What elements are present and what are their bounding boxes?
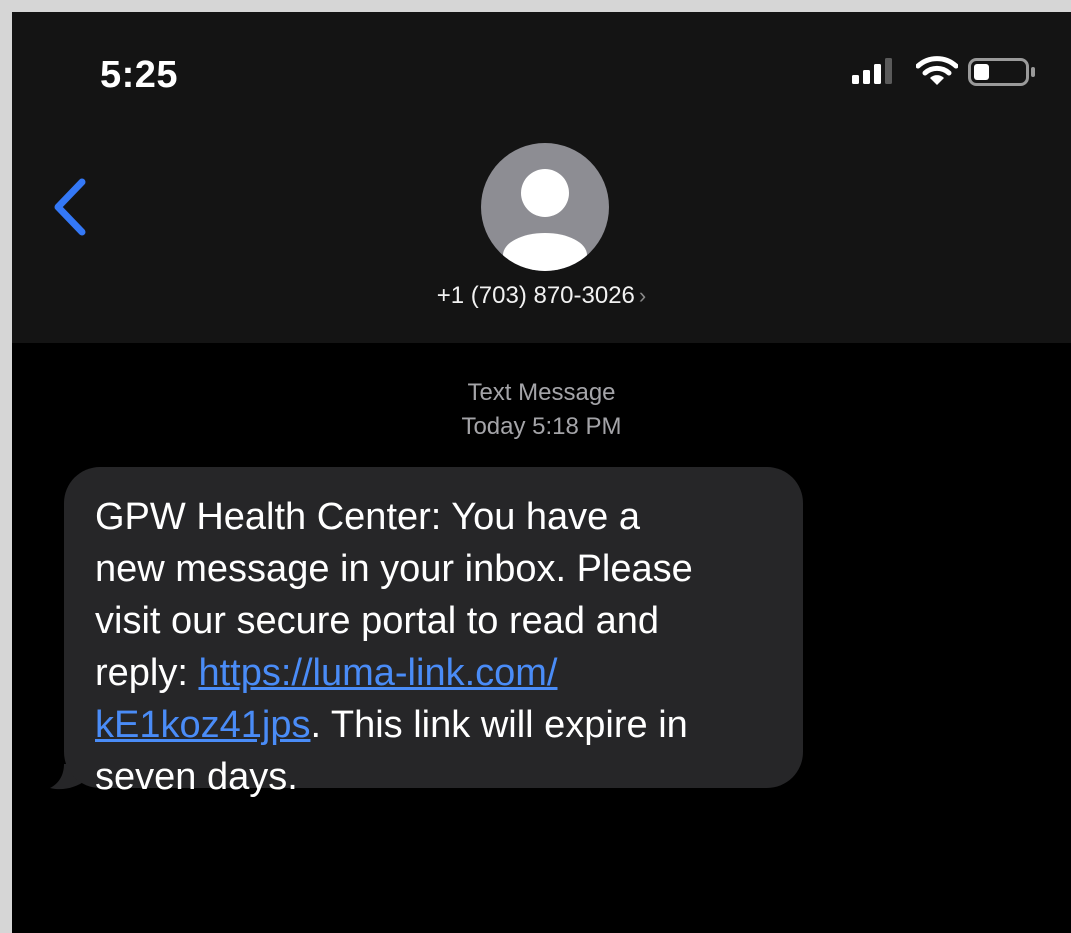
message-line: GPW Health Center: You have a bbox=[95, 496, 640, 538]
wifi-icon bbox=[916, 56, 958, 85]
contact-avatar[interactable] bbox=[481, 143, 609, 271]
contact-number: +1 (703) 870-3026 bbox=[436, 282, 635, 309]
messages-screen: 5:25 +1 (703) 870-3026 › Text Message To… bbox=[12, 12, 1071, 933]
incoming-message-bubble[interactable]: GPW Health Center: You have a new messag… bbox=[64, 467, 803, 798]
chevron-left-icon[interactable] bbox=[50, 178, 90, 236]
contact-name-button[interactable]: +1 (703) 870-3026 › bbox=[12, 282, 1071, 310]
chevron-right-icon: › bbox=[638, 283, 647, 308]
thread-meta: Text Message Today 5:18 PM bbox=[12, 376, 1071, 444]
person-silhouette-icon bbox=[503, 169, 587, 271]
message-link[interactable]: kE1koz41jps bbox=[95, 704, 310, 746]
message-line: visit our secure portal to read and bbox=[95, 600, 659, 642]
message-line: seven days. bbox=[95, 756, 298, 798]
message-line: kE1koz41jps. This link will expire in bbox=[95, 699, 803, 751]
message-line: new message in your inbox. Please bbox=[95, 548, 693, 590]
message-line: reply: https://luma-link.com/ bbox=[95, 647, 803, 699]
message-text: . This link will expire in bbox=[310, 704, 688, 746]
battery-icon bbox=[968, 58, 1035, 86]
message-link[interactable]: https://luma-link.com/ bbox=[198, 652, 557, 694]
cellular-signal-icon bbox=[852, 58, 892, 84]
message-timestamp: Today 5:18 PM bbox=[461, 413, 622, 440]
conversation-header: 5:25 +1 (703) 870-3026 › bbox=[12, 12, 1071, 343]
message-text: reply: bbox=[95, 652, 199, 694]
status-time: 5:25 bbox=[100, 54, 179, 96]
service-label: Text Message bbox=[467, 379, 616, 406]
